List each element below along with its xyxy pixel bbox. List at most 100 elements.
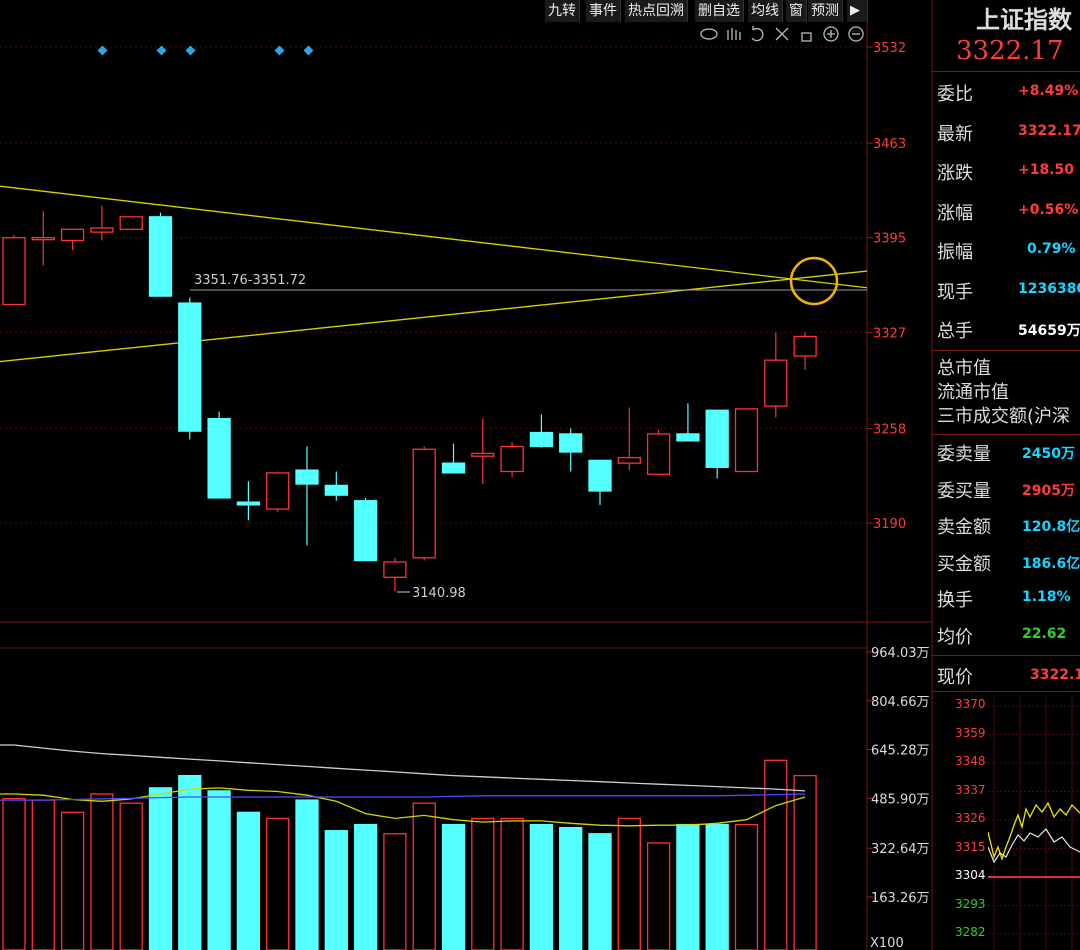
toolbar-forecast[interactable]: 预测 bbox=[808, 0, 843, 22]
volume-bar bbox=[441, 823, 466, 950]
panel-divider bbox=[932, 691, 1080, 692]
candle-body bbox=[529, 431, 554, 448]
hand-icon[interactable] bbox=[727, 28, 741, 40]
candle-body bbox=[324, 484, 348, 496]
stat-value: 3322.17 bbox=[1018, 122, 1080, 139]
candle-body bbox=[559, 433, 583, 453]
volume-bar bbox=[734, 823, 759, 950]
toolbar-window[interactable]: 窗 bbox=[786, 0, 807, 22]
mini-chart-tick: 3370 bbox=[955, 697, 986, 711]
toolbar-hot-review[interactable]: 热点回溯 bbox=[625, 0, 688, 22]
stat-label: 涨幅 bbox=[937, 202, 973, 224]
volume-unit-label: X100 bbox=[870, 936, 904, 950]
candle-body bbox=[500, 445, 524, 473]
stat-label: 买金额 bbox=[937, 553, 991, 575]
mini-chart-tick: 3293 bbox=[955, 896, 986, 911]
price-tick-label: 3463 bbox=[873, 137, 906, 152]
candle-body bbox=[90, 227, 114, 233]
price-tick-label: 3190 bbox=[873, 517, 906, 532]
current-price-label: 现价 bbox=[937, 667, 973, 688]
candle-body bbox=[178, 302, 202, 432]
event-marker[interactable] bbox=[185, 45, 196, 56]
stat-value: 22.62 bbox=[1022, 625, 1067, 642]
candle-body bbox=[31, 237, 55, 241]
candle-body bbox=[2, 237, 26, 306]
price-tick-label: 3395 bbox=[873, 232, 906, 247]
volume-bar bbox=[529, 823, 554, 950]
market-info-label: 三市成交额(沪深 bbox=[937, 406, 1071, 427]
stat-label: 总手 bbox=[937, 321, 973, 342]
trendline-down bbox=[0, 185, 868, 289]
volume-bar bbox=[324, 830, 348, 950]
candle-body bbox=[764, 359, 788, 407]
mini-chart-tick: 3326 bbox=[955, 811, 986, 825]
volume-bar bbox=[236, 811, 261, 950]
toolbar-remove-favorite[interactable]: 删自选 bbox=[695, 0, 744, 22]
chart-tools[interactable] bbox=[700, 26, 864, 42]
volume-bar bbox=[646, 842, 671, 950]
candle-body bbox=[676, 433, 700, 442]
stat-label: 现手 bbox=[937, 281, 973, 303]
low-label: 3140.98 bbox=[412, 586, 466, 601]
mini-chart-tick: 3359 bbox=[955, 725, 986, 740]
candle-body bbox=[353, 500, 378, 562]
volume-bar bbox=[119, 802, 143, 950]
lock-icon[interactable] bbox=[801, 32, 812, 42]
undo-icon[interactable] bbox=[751, 26, 764, 42]
candle-body bbox=[471, 452, 495, 457]
index-price: 3322.17 bbox=[956, 36, 1064, 66]
volume-bar bbox=[295, 799, 319, 950]
panel-divider bbox=[932, 655, 1080, 656]
candle-body bbox=[588, 459, 612, 492]
candle-body bbox=[734, 408, 759, 473]
volume-bar bbox=[178, 774, 202, 950]
candle-body bbox=[236, 501, 261, 506]
kline-chart: 3532 3463 3395 3327 3258 3190 964.03万 804.66万 64… bbox=[0, 0, 933, 950]
scissors-icon[interactable] bbox=[775, 27, 789, 41]
volume-bar bbox=[471, 817, 495, 950]
stat-label: 换手 bbox=[937, 590, 973, 611]
trendline-up bbox=[0, 270, 868, 363]
candle-body bbox=[60, 228, 85, 242]
mini-chart-tick: 3348 bbox=[955, 754, 986, 768]
stat-value: 54659万 bbox=[1018, 323, 1080, 339]
price-tick-label: 3532 bbox=[873, 41, 906, 56]
volume-tick-label: 322.64万 bbox=[871, 842, 930, 857]
mini-chart-tick: 3282 bbox=[955, 925, 986, 939]
eye-icon[interactable] bbox=[700, 28, 718, 40]
market-info-label: 总市值 bbox=[937, 358, 991, 379]
mini-chart-tick: 3304 bbox=[955, 868, 986, 882]
candle-body bbox=[793, 335, 817, 357]
collapse-panel-icon[interactable]: ▶ bbox=[847, 0, 868, 22]
volume-bar bbox=[500, 817, 524, 950]
toolbar-ma[interactable]: 均线 bbox=[748, 0, 783, 22]
volume-bar bbox=[559, 826, 583, 950]
candle-body bbox=[148, 216, 173, 297]
axis-ticks: 3532 3463 3395 3327 3258 3190 964.03万 804.66万 64… bbox=[867, 41, 930, 950]
volume-bar bbox=[705, 823, 729, 950]
toolbar-jiuzhuan[interactable]: 九转 bbox=[545, 0, 580, 22]
panel-divider bbox=[932, 350, 1080, 351]
stat-value: 1236380 bbox=[1018, 280, 1080, 297]
volume-bar bbox=[617, 817, 641, 950]
volume-layer bbox=[2, 759, 817, 950]
candles-layer bbox=[2, 205, 817, 592]
volume-bar bbox=[148, 787, 173, 950]
mini-chart-tick: 3315 bbox=[955, 839, 986, 854]
volume-bar bbox=[90, 793, 114, 950]
candle-body bbox=[705, 409, 729, 468]
volume-bar bbox=[266, 817, 290, 950]
stat-value: 186.6亿 bbox=[1022, 555, 1080, 572]
stat-value: 120.8亿 bbox=[1022, 519, 1080, 535]
candle-body bbox=[207, 417, 231, 499]
price-tick-label: 3258 bbox=[873, 422, 906, 437]
mini-price-line bbox=[988, 801, 1080, 862]
stat-label: 卖金额 bbox=[937, 517, 991, 538]
candle-body bbox=[617, 456, 641, 464]
toolbar-events[interactable]: 事件 bbox=[586, 0, 621, 22]
candle-body bbox=[441, 462, 466, 474]
candle-body bbox=[295, 469, 319, 485]
stat-value: +8.49% bbox=[1018, 83, 1079, 99]
stat-label: 均价 bbox=[937, 626, 973, 648]
event-marker[interactable] bbox=[156, 45, 167, 56]
